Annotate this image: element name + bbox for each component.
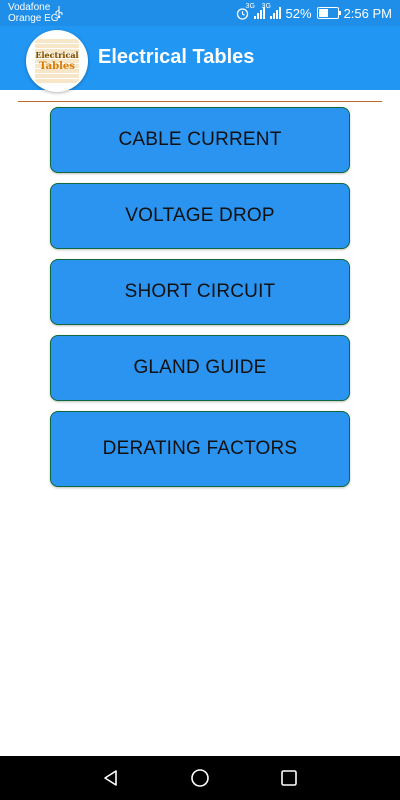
logo-text-line1: Electrical [35, 50, 79, 60]
carrier-line2: Orange EG [8, 13, 59, 24]
usb-icon [55, 6, 63, 18]
gland-guide-button[interactable]: GLAND GUIDE [50, 335, 350, 401]
derating-factors-button[interactable]: DERATING FACTORS [50, 411, 350, 487]
cable-current-button[interactable]: CABLE CURRENT [50, 107, 350, 173]
battery-icon [316, 7, 341, 19]
logo-icon: Electrical Tables [35, 39, 79, 83]
voltage-drop-button[interactable]: VOLTAGE DROP [50, 183, 350, 249]
app-logo: Electrical Tables [26, 30, 88, 92]
carrier-label: Vodafone Orange EG [8, 2, 59, 24]
status-bar: Vodafone Orange EG 3G 3G 52% 2:56 PM [0, 0, 400, 26]
network-type-1: 3G [245, 3, 255, 10]
recent-apps-icon[interactable] [279, 768, 299, 788]
battery-percent: 52% [285, 5, 312, 21]
clock: 2:56 PM [343, 5, 392, 21]
divider [18, 101, 382, 102]
status-icons: 3G 3G 52% 2:56 PM [236, 3, 392, 22]
carrier-line1: Vodafone [8, 2, 51, 13]
home-icon[interactable] [190, 768, 210, 788]
app-title: Electrical Tables [98, 46, 255, 68]
short-circuit-button[interactable]: SHORT CIRCUIT [50, 259, 350, 325]
navigation-bar [0, 756, 400, 800]
signal-icon-2: 3G [262, 3, 281, 19]
back-icon[interactable] [101, 768, 121, 788]
logo-text-line2: Tables [39, 61, 75, 72]
network-type-2: 3G [261, 3, 271, 10]
